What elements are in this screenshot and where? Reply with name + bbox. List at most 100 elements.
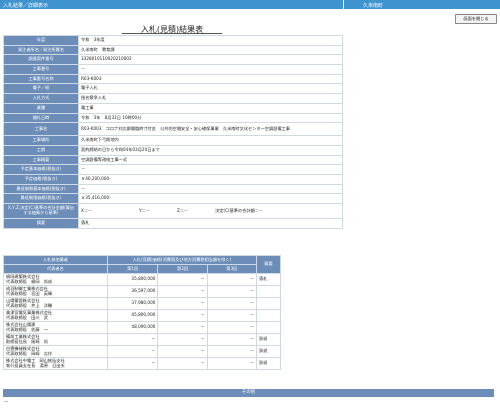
municipality-name: 久米南町 bbox=[363, 2, 384, 9]
table-row: 備前工業株式会社 取締役社長 尾崎 尚－－－辞退 bbox=[3, 333, 282, 346]
col-bid-price: 入札(見積)価格(消費税及び地方消費税相当額を除く) bbox=[106, 255, 257, 265]
bid-info-table: 年度 令和 3年度 発注者所名／発注所属名 久米南町 教育課 調達案件番号 3328010… bbox=[3, 35, 343, 229]
bidder-name: 株式会社山陽建 代表取締役 佐藤 一 bbox=[3, 321, 108, 334]
col-round-1: 第1回 bbox=[106, 264, 159, 274]
bid-round-1: 37,980,000 bbox=[106, 297, 159, 310]
bid-note: 辞退 bbox=[255, 345, 282, 358]
info-value: 久米南町 教育課 bbox=[78, 44, 343, 56]
bid-round-2: － bbox=[157, 285, 208, 298]
bidder-name: 白雲機械株式会社 代表取締役 岡崎 吉作 bbox=[3, 345, 108, 358]
info-row: 調達案件番号 3328010110020210002 bbox=[3, 54, 343, 66]
divider bbox=[343, 0, 344, 9]
bid-note: 落札 bbox=[255, 273, 282, 286]
bid-round-2: － bbox=[157, 333, 208, 346]
other-section-value: － bbox=[4, 400, 9, 405]
info-value: 令和 3年度 bbox=[78, 35, 343, 46]
info-row: 工事番号名称 R03-K003 bbox=[3, 73, 343, 85]
info-label: X,Y,Z,決定(C)基準の合計金額(算出する抽象から基準) bbox=[3, 203, 79, 219]
bidder-name: 美津宮電気事業株式会社 代表取締役 田川 武 bbox=[3, 309, 108, 322]
col-round-2: 第2回 bbox=[157, 264, 208, 274]
info-label: 工事概要 bbox=[3, 154, 79, 166]
table-row: 山陽電設株式会社 代表取締役 井上 洋輔 37,980,000 －－ bbox=[3, 297, 282, 310]
info-row: 電子／紙 電子入札 bbox=[3, 83, 343, 95]
bid-round-2: － bbox=[157, 309, 208, 322]
info-label: 開札日時 bbox=[3, 112, 79, 124]
info-row: 発注者所名／発注所属名 久米南町 教育課 bbox=[3, 44, 343, 56]
bid-round-3: － bbox=[206, 357, 257, 370]
bid-round-1: 48,090,000 bbox=[106, 321, 159, 334]
info-row: 工事番号－ bbox=[3, 64, 343, 75]
info-value: 契約締結の日から令和04年03月20日まで bbox=[78, 144, 343, 156]
info-value: 電工事 bbox=[78, 102, 343, 114]
info-value: 空調設備等改修工事一式 bbox=[78, 154, 343, 166]
bidder-name: 槇岡建築株式会社 代表取締役 槇岡 尚成 bbox=[3, 273, 108, 286]
info-value: R03-K003 コロナ対応劇場臨時寸付金 公共的空間安全・安心確保事業 久米南… bbox=[78, 122, 343, 137]
bid-round-3: － bbox=[206, 321, 257, 334]
info-label: 業種 bbox=[3, 102, 79, 114]
bid-round-2: － bbox=[157, 321, 208, 334]
info-row: 入札方式 指名競争入札 bbox=[3, 93, 343, 104]
info-row: 工期 契約締結の日から令和04年03月20日まで bbox=[3, 144, 343, 156]
info-row: X,Y,Z,決定(C)基準の合計金額(算出する抽象から基準) X＝－ Y＝－ Z＝－ 決… bbox=[3, 203, 343, 219]
info-value: － bbox=[78, 183, 343, 195]
bid-round-1: － bbox=[106, 345, 159, 358]
info-value: － bbox=[78, 64, 343, 75]
top-bar: 入札結果／詳細表示 久米南町 bbox=[0, 0, 500, 9]
bid-round-3: － bbox=[206, 345, 257, 358]
bidder-name: 備前工業株式会社 取締役社長 尾崎 尚 bbox=[3, 333, 108, 346]
bidder-name: 成羽制御工業株式会社 代表取締役 宮田 英輝 bbox=[3, 285, 108, 298]
table-row: 槇岡建築株式会社 代表取締役 槇岡 尚成 35,800,000 －－落札 bbox=[3, 273, 282, 286]
info-row: 予定基本価格(税抜き) － bbox=[3, 164, 343, 175]
info-label: 年度 bbox=[3, 35, 79, 46]
col-bidder: 入札参加業者 bbox=[3, 255, 108, 265]
bid-note: 辞退 bbox=[255, 333, 282, 346]
info-row: 工事概要 空調設備等改修工事一式 bbox=[3, 154, 343, 166]
info-label: 調達案件番号 bbox=[3, 54, 79, 66]
info-label: 工事番号 bbox=[3, 64, 79, 75]
other-section-header: その他 bbox=[3, 389, 494, 397]
info-row: 工事名 R03-K003 コロナ対応劇場臨時寸付金 公共的空間安全・安心確保事業 … bbox=[3, 122, 343, 137]
info-label: 発注者所名／発注所属名 bbox=[3, 44, 79, 56]
title-underline bbox=[122, 33, 222, 34]
col-representative: 代表者名 bbox=[3, 264, 108, 274]
bid-round-3: － bbox=[206, 333, 257, 346]
info-value: 電子入札 bbox=[78, 83, 343, 95]
col-note: 摘要 bbox=[255, 255, 282, 274]
bid-round-1: － bbox=[106, 333, 159, 346]
info-row: 開札日時 令和 3年 8月31日 10時00分 bbox=[3, 112, 343, 124]
bid-round-2: － bbox=[157, 273, 208, 286]
info-value: X＝－ Y＝－ Z＝－ 決定(C)基準の合計額＝－ bbox=[78, 203, 343, 219]
bid-round-1: － bbox=[106, 357, 159, 370]
table-row: 白雲機械株式会社 代表取締役 岡崎 吉作－－－辞退 bbox=[3, 345, 282, 358]
page-heading: 入札結果／詳細表示 bbox=[3, 2, 49, 9]
x-value: X＝－ bbox=[81, 207, 93, 213]
info-row: 最低制限基本価格(税抜き) － bbox=[3, 183, 343, 195]
info-label: 予定価格(税抜き) bbox=[3, 173, 79, 185]
bid-round-2: － bbox=[157, 357, 208, 370]
info-value: 令和 3年 8月31日 10時00分 bbox=[78, 112, 343, 124]
info-value: R03-K003 bbox=[78, 73, 343, 85]
info-value: 落札 bbox=[78, 218, 343, 229]
table-row: 株式会社中電工 岡山統括支社 執行役員支社長 湯原 日出夫－－－辞退 bbox=[3, 357, 282, 370]
info-value: 指名競争入札 bbox=[78, 93, 343, 104]
info-value: 久米南町下弓削地内 bbox=[78, 135, 343, 146]
info-row: 年度 令和 3年度 bbox=[3, 35, 343, 46]
info-label: 入札方式 bbox=[3, 93, 79, 104]
bid-round-1: 35,800,000 bbox=[106, 273, 159, 286]
bid-round-2: － bbox=[157, 297, 208, 310]
info-label: 最低制限基本価格(税抜き) bbox=[3, 183, 79, 195]
bid-round-3: － bbox=[206, 285, 257, 298]
info-row: 工事場所 久米南町下弓削地内 bbox=[3, 135, 343, 146]
z-value: Z＝－ bbox=[177, 207, 189, 213]
info-row: 業種 電工事 bbox=[3, 102, 343, 114]
bid-note bbox=[255, 309, 282, 322]
info-label: 工事番号名称 bbox=[3, 73, 79, 85]
bid-note bbox=[255, 285, 282, 298]
bidder-name: 山陽電設株式会社 代表取締役 井上 洋輔 bbox=[3, 297, 108, 310]
close-screen-button[interactable]: 画面を閉じる bbox=[455, 14, 497, 24]
info-value: － bbox=[78, 164, 343, 175]
bid-round-3: － bbox=[206, 309, 257, 322]
bidder-name: 株式会社中電工 岡山統括支社 執行役員支社長 湯原 日出夫 bbox=[3, 357, 108, 370]
bid-round-1: 36,597,000 bbox=[106, 285, 159, 298]
col-round-3: 第3回 bbox=[206, 264, 257, 274]
